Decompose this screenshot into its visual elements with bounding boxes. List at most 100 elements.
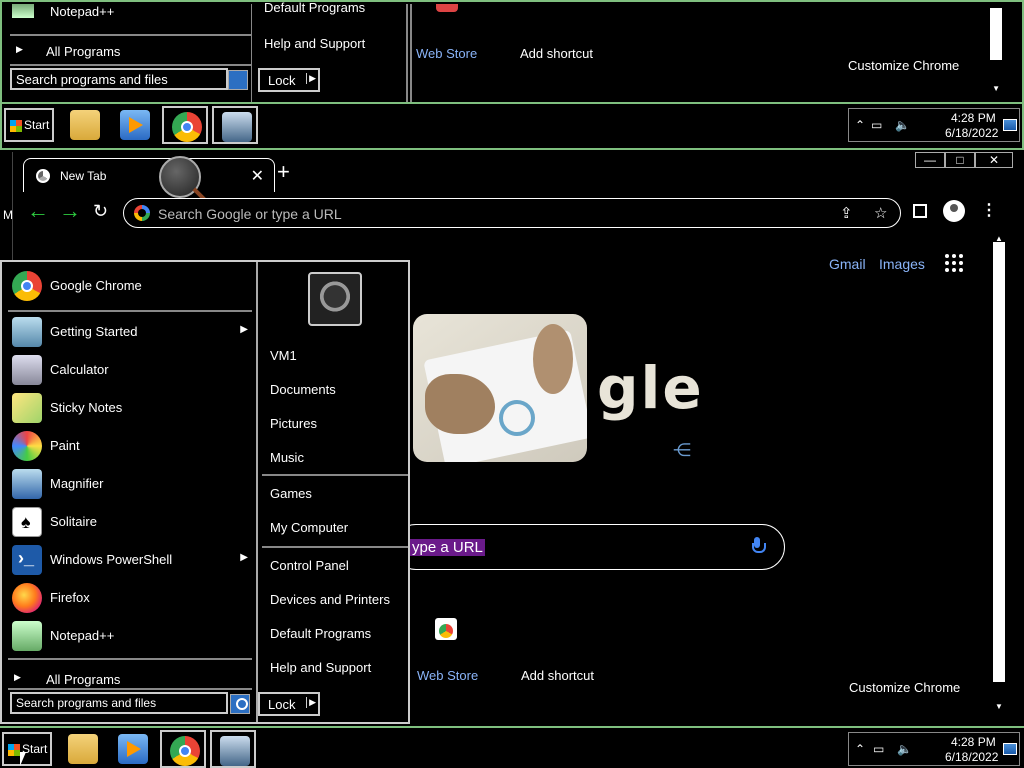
clock-date[interactable]: 6/18/2022 — [945, 750, 998, 764]
share-icon[interactable]: ⋲ — [673, 440, 691, 461]
start-link-computer[interactable]: My Computer — [270, 520, 348, 535]
chevron-up-icon[interactable]: ⌃ — [855, 742, 865, 756]
maximize-button[interactable]: □ — [945, 152, 975, 168]
start-link-help-support[interactable]: Help and Support — [270, 660, 371, 675]
start-button[interactable]: Start — [2, 732, 52, 766]
start-item-sticky-notes[interactable]: Sticky Notes — [8, 390, 252, 426]
zoom-taskbar-chrome[interactable] — [162, 106, 208, 144]
zoom-all-programs[interactable]: All Programs — [46, 44, 120, 59]
start-link-default-programs[interactable]: Default Programs — [270, 626, 371, 641]
chrome-icon — [12, 271, 42, 301]
zoom-taskbar-explorer[interactable] — [62, 106, 108, 144]
zoom-default-programs[interactable]: Default Programs — [264, 2, 365, 15]
gmail-link[interactable]: Gmail — [829, 256, 866, 272]
start-item-google-chrome[interactable]: Google Chrome — [8, 268, 252, 304]
taskbar-file-explorer[interactable] — [60, 730, 106, 768]
network-icon[interactable]: ▭ — [873, 742, 884, 756]
forward-arrow-icon[interactable]: → — [59, 200, 81, 222]
search-icon[interactable] — [228, 70, 248, 90]
zoom-scrollbar[interactable] — [990, 8, 1002, 60]
scroll-down-icon[interactable]: ▼ — [995, 702, 1003, 711]
taskbar-remote-desktop[interactable] — [210, 730, 256, 768]
start-link-games[interactable]: Games — [270, 486, 312, 501]
start-item-firefox[interactable]: Firefox — [8, 580, 252, 616]
show-desktop-icon[interactable] — [1003, 119, 1017, 131]
ntp-search-box[interactable]: ype a URL — [393, 524, 785, 570]
start-link-devices-printers[interactable]: Devices and Printers — [270, 592, 390, 607]
apps-grid-icon[interactable] — [945, 254, 963, 272]
zoom-start-button[interactable]: Start — [4, 108, 54, 142]
share-page-icon[interactable]: ⇪ — [840, 204, 853, 222]
zoom-customize-chrome[interactable]: Customize Chrome — [848, 58, 959, 73]
web-store-icon[interactable] — [436, 4, 458, 12]
close-window-button[interactable]: ✕ — [975, 152, 1013, 168]
scroll-down-icon[interactable]: ▼ — [992, 84, 1000, 93]
tab-new-tab[interactable]: New Tab ✕ — [23, 158, 275, 192]
microphone-icon[interactable] — [752, 537, 766, 555]
add-shortcut-button[interactable]: Add shortcut — [521, 668, 594, 683]
start-item-label: Paint — [50, 438, 80, 453]
side-panel-icon[interactable] — [913, 204, 927, 218]
network-icon[interactable]: ▭ — [871, 118, 882, 132]
profile-avatar-icon[interactable] — [943, 200, 965, 222]
start-item-paint[interactable]: Paint — [8, 428, 252, 464]
solitaire-card-icon: ♠ — [12, 507, 42, 537]
web-store-icon[interactable] — [435, 618, 457, 640]
start-link-pictures[interactable]: Pictures — [270, 416, 317, 431]
user-account-picture[interactable] — [308, 272, 362, 326]
zoom-add-shortcut[interactable]: Add shortcut — [520, 46, 593, 61]
start-link-documents[interactable]: Documents — [270, 382, 336, 397]
images-link[interactable]: Images — [879, 256, 925, 272]
zoom-taskbar-media[interactable] — [112, 106, 158, 144]
zoom-clock-date[interactable]: 6/18/2022 — [945, 126, 998, 140]
start-item-label: Sticky Notes — [50, 400, 123, 415]
prompt-glyph: ›_ — [18, 548, 35, 568]
chevron-right-icon[interactable]: ▶ — [306, 73, 316, 84]
reload-icon[interactable]: ↻ — [93, 200, 108, 222]
start-item-notepadpp[interactable]: Notepad++ — [8, 618, 252, 654]
chevron-up-icon[interactable]: ⌃ — [855, 118, 865, 132]
start-item-powershell[interactable]: ›_ Windows PowerShell ▶ — [8, 542, 252, 578]
start-item-solitaire[interactable]: ♠ Solitaire — [8, 504, 252, 540]
start-link-control-panel[interactable]: Control Panel — [270, 558, 349, 573]
start-search-input[interactable]: Search programs and files — [10, 692, 228, 714]
zoom-search-input[interactable]: Search programs and files — [10, 68, 228, 90]
search-icon[interactable] — [230, 694, 250, 714]
show-desktop-icon[interactable] — [1003, 743, 1017, 755]
zoom-help-support[interactable]: Help and Support — [264, 36, 365, 51]
volume-icon[interactable]: 🔈 — [897, 742, 912, 756]
media-player-icon — [118, 734, 148, 764]
zoom-notepad-label[interactable]: Notepad++ — [50, 4, 114, 19]
start-item-calculator[interactable]: Calculator — [8, 352, 252, 388]
back-arrow-icon[interactable]: ← — [27, 200, 49, 222]
page-scrollbar[interactable] — [993, 242, 1005, 682]
tab-title: New Tab — [60, 169, 107, 183]
start-item-getting-started[interactable]: Getting Started ▶ — [8, 314, 252, 350]
close-icon[interactable]: ✕ — [251, 166, 264, 186]
google-doodle-image[interactable] — [413, 314, 587, 462]
clock-time[interactable]: 4:28 PM — [951, 735, 996, 749]
notepad-plus-plus-icon — [12, 621, 42, 651]
chevron-right-icon[interactable]: ▶ — [306, 697, 316, 708]
volume-icon[interactable]: 🔈 — [895, 118, 910, 132]
menu-kebab-icon[interactable]: ⋮ — [981, 200, 997, 220]
omnibox[interactable]: Search Google or type a URL ⇪ ☆ — [123, 198, 901, 228]
lock-button[interactable]: Lock ▶ — [258, 692, 320, 716]
doodle-hand-right — [533, 324, 573, 394]
bookmark-star-icon[interactable]: ☆ — [874, 204, 887, 222]
web-store-shortcut[interactable]: Web Store — [417, 668, 478, 683]
start-item-magnifier[interactable]: Magnifier — [8, 466, 252, 502]
minimize-button[interactable]: — — [915, 152, 945, 168]
start-link-music[interactable]: Music — [270, 450, 304, 465]
zoom-taskbar-remote[interactable] — [212, 106, 258, 144]
search-box-placeholder: ype a URL — [410, 539, 485, 556]
play-icon — [129, 117, 143, 133]
zoom-clock-time[interactable]: 4:28 PM — [951, 111, 996, 125]
zoom-web-store-link[interactable]: Web Store — [416, 46, 477, 61]
start-link-user[interactable]: VM1 — [270, 348, 297, 363]
taskbar-media-player[interactable] — [110, 730, 156, 768]
zoom-lock-button[interactable]: Lock ▶ — [258, 68, 320, 92]
customize-chrome-button[interactable]: Customize Chrome — [849, 680, 960, 695]
new-tab-button[interactable]: + — [277, 161, 290, 183]
taskbar-chrome[interactable] — [160, 730, 206, 768]
